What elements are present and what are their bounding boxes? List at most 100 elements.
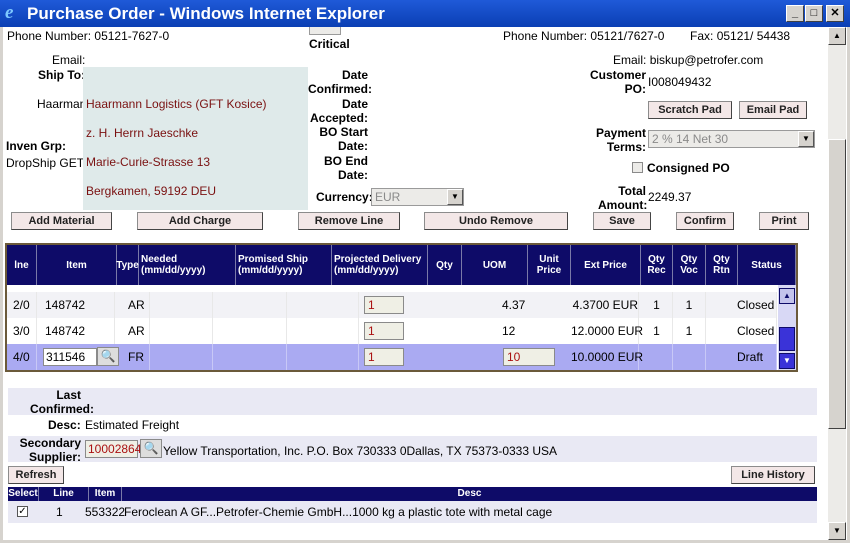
ship-line: Bergkamen, 59192 DEU <box>86 184 217 198</box>
undo-remove-button[interactable]: Undo Remove <box>424 212 568 230</box>
add-material-button[interactable]: Add Material <box>11 212 112 230</box>
email-label: Email: <box>52 53 86 67</box>
row-line: 2/0 <box>13 292 37 318</box>
last-confirmed-band <box>8 388 817 415</box>
qty-input[interactable]: 1 <box>364 296 404 314</box>
row-status: Draft <box>737 344 777 370</box>
date-confirmed-label: Date Confirmed: <box>308 68 372 96</box>
row-item: 148742 <box>45 318 115 344</box>
confirm-button[interactable]: Confirm <box>676 212 734 230</box>
close-button[interactable]: ✕ <box>826 5 844 22</box>
line-items-grid: lne Item Type Needed (mm/dd/yyyy) Promis… <box>5 243 798 372</box>
page-scrollbar[interactable]: ▲ ▼ <box>828 27 846 540</box>
email2-value: biskup@petrofer.com <box>649 53 764 67</box>
row-needed[interactable] <box>150 344 213 370</box>
row-status: Closed <box>737 292 777 318</box>
scroll-down-icon[interactable]: ▼ <box>828 522 846 540</box>
critical-select[interactable] <box>309 27 341 35</box>
scratch-pad-button[interactable]: Scratch Pad <box>648 101 732 119</box>
currency-select[interactable]: EUR ▼ <box>371 188 464 206</box>
date-accepted-label: Date Accepted: <box>309 97 368 125</box>
row-projected[interactable] <box>287 344 359 370</box>
customer-po-value: I008049432 <box>648 75 712 89</box>
ship-line: Haarmann Logistics (GFT Kosice) <box>86 97 267 111</box>
table-row[interactable]: 3/0 148742 AR 1 12 12.0000 EUR 1 1 Close… <box>7 318 777 344</box>
table-row[interactable]: 2/0 148742 AR 1 4.37 4.3700 EUR 1 1 Clos… <box>7 292 777 318</box>
row-line: 4/0 <box>13 344 37 370</box>
col-header-needed: Needed (mm/dd/yyyy) <box>139 245 236 285</box>
ship-line: z. H. Herrn Jaeschke <box>86 126 199 140</box>
unit-price-input[interactable]: 10 <box>503 348 555 366</box>
line-number: 1 <box>56 505 63 519</box>
minimize-button[interactable]: _ <box>786 5 804 22</box>
bo-start-label: BO Start Date: <box>319 125 368 153</box>
grid-scrollbar[interactable]: ▲ ▼ <box>778 285 796 370</box>
row-uom: 12 <box>502 324 516 338</box>
table-row-selected[interactable]: 4/0 311546 🔍 FR 1 10 10.0000 EUR Draft <box>7 344 777 370</box>
consigned-po-label: Consigned PO <box>647 161 730 175</box>
row-qty-voc: 1 <box>673 318 706 344</box>
currency-value: EUR <box>375 190 401 204</box>
col-header-ext-price: Ext Price <box>571 245 641 285</box>
row-type: AR <box>128 292 150 318</box>
col-header-status: Status <box>738 245 796 285</box>
item-input[interactable]: 311546 <box>43 348 97 366</box>
col-header-line: lne <box>7 245 37 285</box>
total-amount-value: 2249.37 <box>648 190 692 204</box>
payment-terms-select[interactable]: 2 % 14 Net 30 ▼ <box>648 130 815 148</box>
email2-label: Email: <box>613 53 647 67</box>
row-qty-rec: 1 <box>641 292 673 318</box>
phone-value: 05121-7627-0 <box>94 29 170 43</box>
line-history-button[interactable]: Line History <box>731 466 815 484</box>
email-pad-button[interactable]: Email Pad <box>739 101 807 119</box>
add-charge-button[interactable]: Add Charge <box>137 212 263 230</box>
bo-end-label: BO End Date: <box>324 154 368 182</box>
row-qty-voc: 1 <box>673 292 706 318</box>
print-button[interactable]: Print <box>759 212 809 230</box>
col-header-line: Line <box>39 487 89 501</box>
secondary-supplier-text: Yellow Transportation, Inc. P.O. Box 730… <box>163 444 558 458</box>
col-header-desc: Desc <box>457 488 482 499</box>
row-qty-voc <box>673 344 706 370</box>
desc-value: Estimated Freight <box>85 418 180 432</box>
payment-terms-label: Payment Terms: <box>595 126 646 154</box>
list-item[interactable]: ✓ 1 553322 Feroclean A GF...Petrofer-Che… <box>8 501 817 523</box>
ship-line: Marie-Curie-Strasse 13 <box>86 155 211 169</box>
secondary-supplier-input[interactable]: 10002864 <box>85 440 141 458</box>
grid-scroll-up-icon[interactable]: ▲ <box>779 288 795 304</box>
row-promised[interactable] <box>213 344 287 370</box>
scroll-up-icon[interactable]: ▲ <box>828 27 846 45</box>
last-confirmed-label: Last Confirmed: <box>30 388 94 416</box>
currency-label: Currency: <box>316 190 373 204</box>
select-checkbox[interactable]: ✓ <box>17 506 28 517</box>
qty-input[interactable]: 1 <box>364 322 404 340</box>
grid-scroll-thumb[interactable] <box>779 327 795 351</box>
col-header-qty-rtn: Qty Rtn <box>706 245 738 285</box>
maximize-button[interactable]: □ <box>805 5 823 22</box>
fax-label: Fax: <box>690 29 714 43</box>
qty-input[interactable]: 1 <box>364 348 404 366</box>
desc-label: Desc: <box>48 418 81 432</box>
line-desc: Feroclean A GF...Petrofer-Chemie GmbH...… <box>124 505 553 519</box>
save-button[interactable]: Save <box>593 212 651 230</box>
col-header-unit-price: Unit Price <box>528 245 571 285</box>
total-amount-label: Total Amount: <box>598 184 648 212</box>
col-header-item: Item <box>37 245 117 285</box>
row-item: 148742 <box>45 292 115 318</box>
remove-line-button[interactable]: Remove Line <box>298 212 400 230</box>
secondary-supplier-label: Secondary Supplier: <box>19 436 81 464</box>
title-bar: e Purchase Order - Windows Internet Expl… <box>0 0 850 27</box>
row-projected <box>287 292 359 318</box>
search-icon[interactable]: 🔍 <box>97 347 119 366</box>
row-qty-rec <box>641 344 673 370</box>
col-header-qty-voc: Qty Voc <box>673 245 706 285</box>
scroll-thumb[interactable] <box>828 139 846 429</box>
refresh-button[interactable]: Refresh <box>8 466 64 484</box>
search-icon[interactable]: 🔍 <box>140 439 162 458</box>
ship-to-short: Haarmanı <box>37 97 83 111</box>
consigned-po-checkbox[interactable] <box>632 162 643 173</box>
col-header-qty: Qty <box>428 245 462 285</box>
phone-label: Phone Number: <box>7 29 92 43</box>
grid-scroll-down-icon[interactable]: ▼ <box>779 353 795 369</box>
critical-label: Critical <box>309 37 350 51</box>
